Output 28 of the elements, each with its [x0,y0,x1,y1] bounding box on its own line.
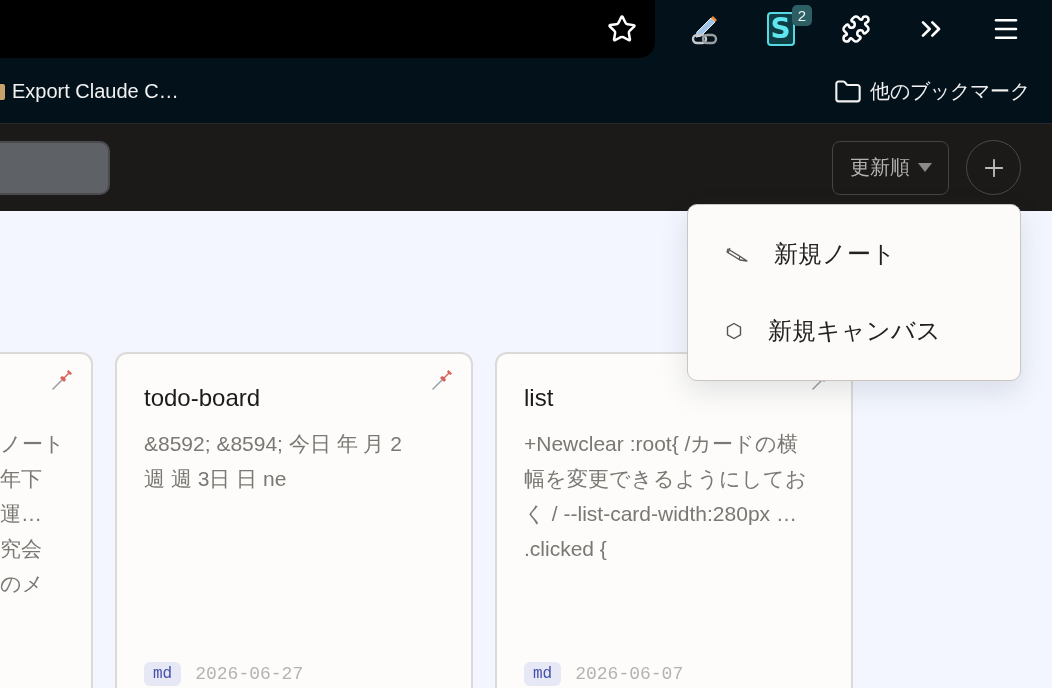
sort-select[interactable]: 更新順 [832,140,949,195]
menu-item-label: 新規ノート [774,238,896,269]
card-date: 2026-06-27 [195,664,304,684]
format-tag: md [144,662,182,686]
puzzle-icon [840,14,871,44]
menu-item[interactable]: 新規ノート [688,215,1020,293]
star-icon [607,14,637,44]
count-badge: 2 [791,5,812,26]
other-bookmarks-folder[interactable]: 他のブックマーク [834,77,1030,106]
folder-label: 他のブックマーク [870,79,1030,104]
letter-tile-icon: S [766,12,795,46]
sort-label: 更新順 [849,155,910,180]
search-field[interactable] [0,140,110,195]
card-excerpt: +Newclear :root{ /カードの横 幅を変更できるようにしてお く / --list-card-width:280px … .clicked { [524,431,808,562]
caret-icon [917,163,932,172]
note-card[interactable]: todo-board &8592; &8594; 今日 年 月 2 週 週 3日 日 ne md 2026-06-27 [115,352,473,688]
card-date: 2026-06-07 [575,664,684,684]
card-title: list [524,383,555,413]
favicon-icon [0,83,5,100]
note-card[interactable]: list +Newclear :root{ /カードの横 幅を変更できるようにしてお く / --list-card-width:280px … .clicked { md 2026-06-07 [495,352,853,688]
note-card[interactable]: ノート 年下 運… 究会 のメ [0,352,93,688]
card-excerpt: &8592; &8594; 今日 年 月 2 週 週 3日 日 ne [144,431,403,492]
menu-item-label: 新規キャンバス [768,316,941,347]
card-title: todo-board [144,383,262,413]
extension-button[interactable]: S 2 [743,5,818,53]
format-tag: md [524,662,562,686]
card-excerpt: ノート 年下 運… 究会 のメ [0,431,66,597]
hexagon-icon [725,322,743,341]
